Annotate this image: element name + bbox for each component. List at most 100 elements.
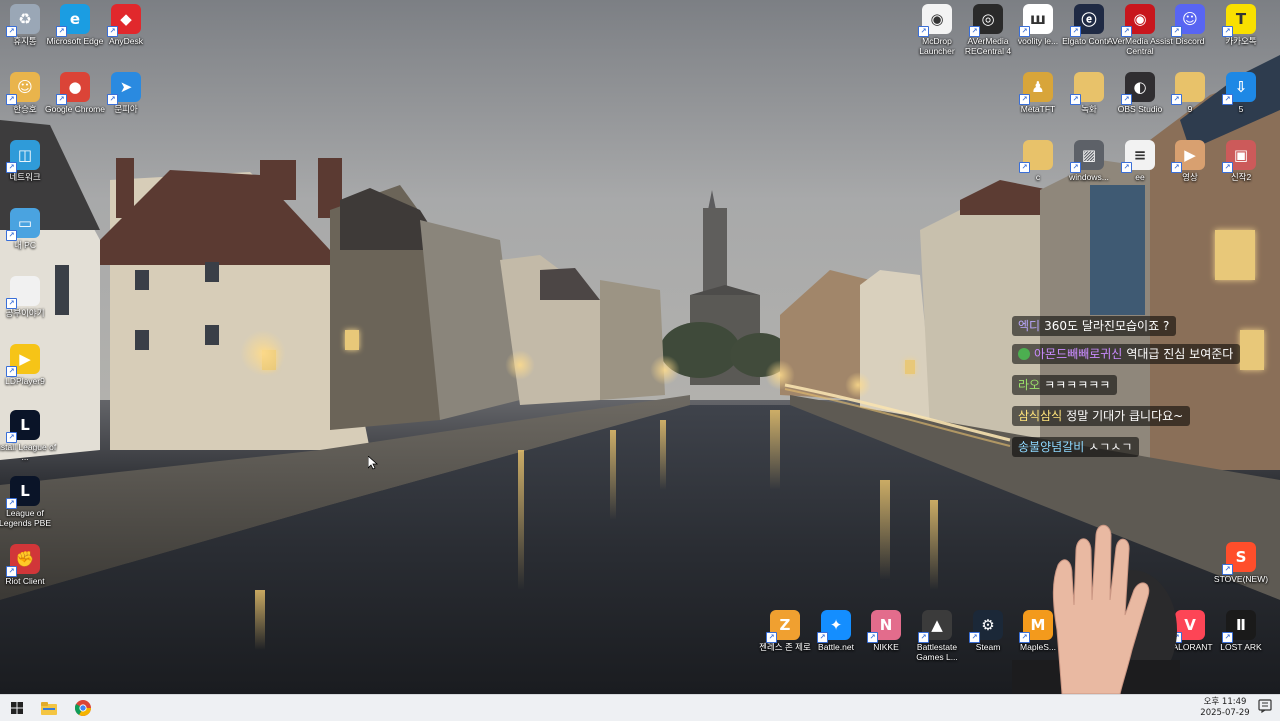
shortcut-arrow-icon: ↗ — [6, 432, 17, 443]
steam-icon: ⚙ ↗ — [969, 610, 1003, 643]
shortcut-arrow-icon: ↗ — [1121, 162, 1132, 173]
document-icon: ↗ — [6, 276, 40, 309]
obs-icon: ◐ ↗ — [1121, 72, 1155, 105]
folder-icon — [41, 701, 57, 715]
battlenet-icon: ✦ ↗ — [817, 610, 851, 643]
taskbar: 오후 11:49 2025-07-29 — [0, 694, 1280, 721]
start-button[interactable] — [6, 698, 28, 718]
shortcut-arrow-icon: ↗ — [1171, 162, 1182, 173]
mouse-cursor-icon — [368, 456, 378, 470]
chat-nick: 송불양념갈비 — [1018, 440, 1085, 454]
desktop-icon-install-lol[interactable]: L ↗ Install League of ... — [0, 410, 58, 462]
shortcut-arrow-icon: ↗ — [6, 498, 17, 509]
text-file-icon: ≡ ↗ — [1121, 140, 1155, 173]
discord-icon: ☺ ↗ — [1171, 4, 1205, 37]
shortcut-arrow-icon: ↗ — [1222, 564, 1233, 575]
chrome-icon: ● ↗ — [56, 72, 90, 105]
chat-text: 정말 기대가 큽니다요~ — [1066, 409, 1184, 423]
chat-nick: 아몬드빼빼로귀신 — [1034, 347, 1123, 361]
chat-message: 삼식삼식 정말 기대가 큽니다요~ — [1012, 406, 1191, 426]
light-reflection — [610, 430, 616, 520]
mcdrop-icon: ◉ ↗ — [918, 4, 952, 37]
chat-text: 역대급 진심 보여준다 — [1126, 347, 1234, 361]
shortcut-arrow-icon: ↗ — [1070, 94, 1081, 105]
shortcut-arrow-icon: ↗ — [1171, 94, 1182, 105]
shortcut-arrow-icon: ↗ — [1222, 632, 1233, 643]
desktop-icon-lol-pbe[interactable]: L ↗ League of Legends PBE — [0, 476, 58, 528]
shortcut-arrow-icon: ↗ — [1222, 94, 1233, 105]
desktop-icon-label: LDPlayer9 — [5, 376, 45, 386]
street-lamp-glow — [240, 330, 286, 376]
shortcut-arrow-icon: ↗ — [6, 230, 17, 241]
desktop-icon-document[interactable]: ↗ 공부이야기 — [0, 276, 58, 318]
desktop-icon-label: Install League of ... — [0, 442, 57, 462]
shortcut-arrow-icon: ↗ — [969, 26, 980, 37]
desktop-icon-telegram-like[interactable]: ➤ ↗ 문피아 — [93, 72, 159, 114]
notification-icon[interactable] — [1258, 699, 1272, 713]
lit-window — [905, 360, 915, 374]
folder-icon: ↗ — [1019, 140, 1053, 173]
clock-date: 2025-07-29 — [1200, 708, 1250, 718]
chrome-icon — [75, 700, 91, 716]
desktop-icon-network[interactable]: ◫ ↗ 네트워크 — [0, 140, 58, 182]
shortcut-arrow-icon: ↗ — [1222, 162, 1233, 173]
kakaotalk-icon: T ↗ — [1222, 4, 1256, 37]
desktop-icon-label: 공부이야기 — [5, 308, 45, 318]
desktop-icon-kakaotalk[interactable]: T ↗ 카카오톡 — [1208, 4, 1274, 46]
desktop-icon-this-pc[interactable]: ▭ ↗ 내 PC — [0, 208, 58, 250]
paper-plane-icon: ➤ ↗ — [107, 72, 141, 105]
chat-message: 엑디 360도 달라진모습이죠 ? — [1012, 316, 1177, 336]
shortcut-arrow-icon: ↗ — [107, 26, 118, 37]
shortcut-arrow-icon: ↗ — [1222, 26, 1233, 37]
shortcut-arrow-icon: ↗ — [1019, 162, 1030, 173]
desktop-icon-stove[interactable]: S ↗ STOVE(NEW) — [1208, 542, 1274, 584]
clock-time: 오후 11:49 — [1203, 697, 1247, 707]
chat-nick: 엑디 — [1018, 319, 1041, 333]
street-lamp-glow — [650, 355, 680, 385]
desktop-icon-zip-5[interactable]: ⇩ ↗ 5 — [1208, 72, 1274, 114]
league-pbe-icon: L ↗ — [6, 476, 40, 509]
desktop-icon-label: AnyDesk — [108, 36, 143, 46]
light-reflection — [880, 480, 890, 580]
desktop-icon-label: 카카오톡 — [1225, 36, 1257, 46]
taskbar-chrome[interactable] — [72, 698, 94, 718]
shortcut-arrow-icon: ↗ — [1019, 94, 1030, 105]
desktop-icon-label: 신작2 — [1230, 172, 1252, 182]
battlestate-icon: ▲ ↗ — [918, 610, 952, 643]
window — [135, 330, 149, 350]
shortcut-arrow-icon: ↗ — [1019, 26, 1030, 37]
chat-text: ㅋㅋㅋㅋㅋㅋ — [1044, 378, 1111, 392]
desktop-icon-anydesk[interactable]: ◆ ↗ AnyDesk — [93, 4, 159, 46]
stove-icon: S ↗ — [1222, 542, 1256, 575]
light-reflection — [770, 410, 780, 490]
shortcut-arrow-icon: ↗ — [6, 162, 17, 173]
window — [135, 270, 149, 290]
shortcut-arrow-icon: ↗ — [918, 632, 929, 643]
street-lamp-glow — [505, 350, 535, 380]
desktop-icon-lost-ark[interactable]: Ⅱ ↗ LOST ARK — [1208, 610, 1274, 652]
desktop-icon-label: STOVE(NEW) — [1213, 574, 1269, 584]
chat-message: 아몬드빼빼로귀신 역대급 진심 보여준다 — [1012, 344, 1241, 364]
shortcut-arrow-icon: ↗ — [6, 366, 17, 377]
avermedia-assist-icon: ◉ ↗ — [1121, 4, 1155, 37]
shortcut-arrow-icon: ↗ — [107, 94, 118, 105]
user-folder-icon: ☺ ↗ — [6, 72, 40, 105]
zip-icon: ⇩ ↗ — [1222, 72, 1256, 105]
taskbar-file-explorer[interactable] — [38, 698, 60, 718]
desktop-icon-riot-client[interactable]: ✊ ↗ Riot Client — [0, 544, 58, 586]
street-lamp-glow — [765, 360, 795, 390]
shortcut-arrow-icon: ↗ — [56, 94, 67, 105]
desktop-icon-ldplayer[interactable]: ▶ ↗ LDPlayer9 — [0, 344, 58, 386]
desktop-icon-label: Riot Client — [5, 576, 45, 586]
ldplayer-icon: ▶ ↗ — [6, 344, 40, 377]
chat-badge-icon — [1018, 348, 1030, 360]
window — [205, 262, 219, 282]
metatft-icon: ♟ ↗ — [1019, 72, 1053, 105]
desktop-icon-image-file[interactable]: ▣ ↗ 신작2 — [1208, 140, 1274, 182]
shortcut-arrow-icon: ↗ — [766, 632, 777, 643]
window — [205, 325, 219, 345]
league-icon: L ↗ — [6, 410, 40, 443]
system-clock[interactable]: 오후 11:49 2025-07-29 — [1198, 697, 1252, 719]
light-reflection — [255, 590, 265, 650]
video-file-icon: ▶ ↗ — [1171, 140, 1205, 173]
